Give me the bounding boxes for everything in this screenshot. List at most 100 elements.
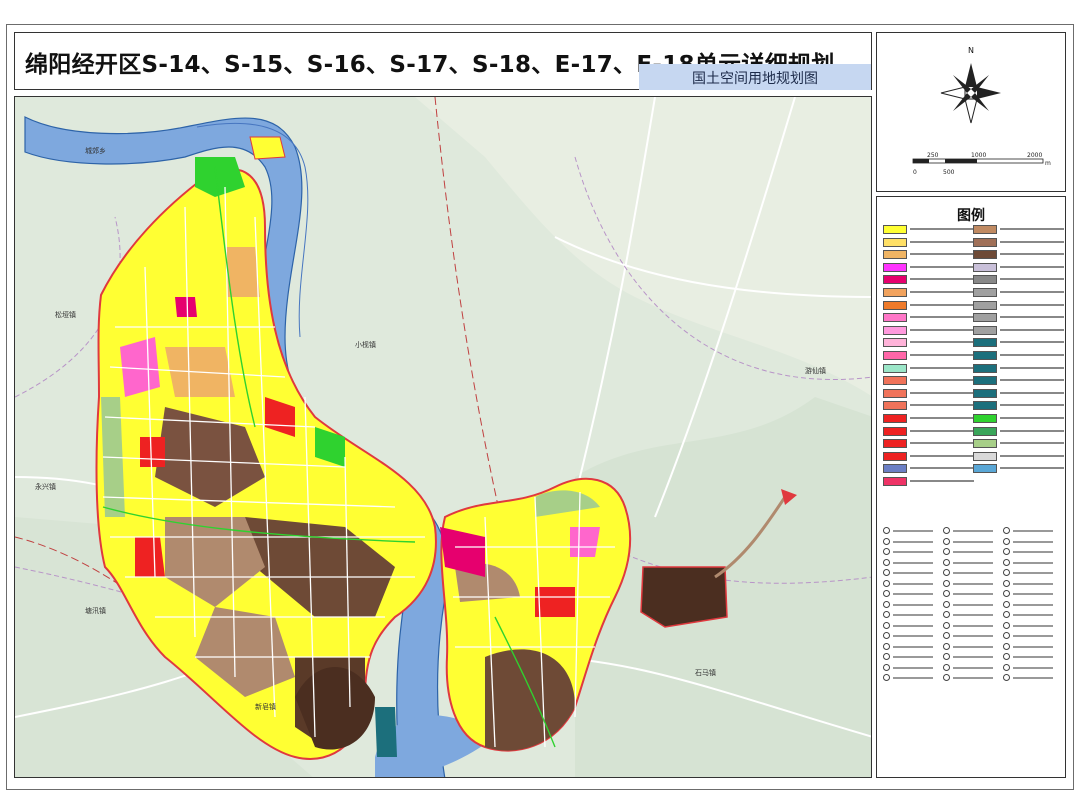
place-label: 游仙镇 [805,366,826,375]
legend-item [883,439,975,449]
legend-item [973,250,1065,260]
north-label: N [968,46,974,55]
legend-text [1000,326,1064,335]
legend-text [1000,301,1064,310]
scale-bar: 0 250 500 1000 2000 m [912,152,1051,176]
legend-swatch [883,388,907,398]
legend-swatch [883,439,907,449]
legend-text [910,288,974,297]
legend-text [1000,401,1064,410]
symbol-text [953,677,993,679]
legend-text [910,464,974,473]
facility-icon [943,600,950,608]
legend-text [910,225,974,234]
facility-icon [943,642,950,650]
legend-text [910,439,974,448]
legend-swatch [883,250,907,260]
scale-label: 500 [943,169,955,176]
legend-item [883,325,975,336]
legend-item [883,288,975,298]
facility-icon [883,642,890,650]
legend-swatch [973,388,997,398]
symbol-text [953,656,993,658]
legend-symbol [883,527,943,535]
symbol-text [893,572,933,574]
legend-item [883,313,975,323]
symbol-text [893,677,933,679]
facility-icon [1003,611,1010,618]
facility-icon [1003,642,1010,650]
facility-icon [943,548,950,555]
legend-text [1000,376,1064,385]
facility-icon [883,569,890,576]
legend-text [910,477,974,486]
legend-panel: 图例 [876,196,1066,778]
legend-symbol [1003,548,1063,556]
facility-icon [1003,579,1010,587]
legend-text [1000,427,1064,436]
place-label: 新皂镇 [255,702,276,711]
legend-swatch [883,401,907,411]
legend-text [910,301,974,310]
place-label: 小枧镇 [355,340,376,349]
legend-symbol [1003,579,1063,588]
symbol-text [953,540,993,543]
legend-swatch [973,250,997,260]
legend-text [910,427,974,436]
legend-text [910,275,974,284]
facility-icon [883,621,890,629]
legend-item [973,363,1065,374]
legend-swatch [973,313,997,323]
symbol-text [1013,603,1053,606]
legend-symbol [883,548,943,556]
facility-icon [1003,621,1010,629]
legend-text [1000,414,1064,423]
legend-text [910,326,974,335]
legend-swatch [973,262,997,272]
legend-symbol [883,569,943,577]
legend-swatch [883,451,907,461]
scale-label: 1000 [971,152,986,159]
legend-symbol [883,537,943,546]
symbol-text [893,614,933,616]
land-use-map[interactable]: 城郊乡 松垭镇 永兴镇 塘汛镇 新皂镇 小枧镇 石马镇 游仙镇 [14,96,872,778]
facility-icon [883,600,890,608]
legend-symbol [1003,600,1063,609]
public-west-1 [120,337,160,397]
legend-item [973,325,1065,336]
map-subtitle: 国土空间用地规划图 [692,71,818,87]
facility-icon [1003,674,1010,681]
legend-symbol [943,590,1003,598]
symbol-text [1013,677,1053,679]
symbol-text [1013,561,1053,564]
legend-symbol [1003,653,1063,661]
facility-icon [1003,600,1010,608]
facility-icon [883,590,890,597]
symbol-text [953,551,993,553]
legend-title: 图例 [957,208,985,224]
industrial-east-cluster [640,566,728,628]
symbol-text [893,624,933,627]
legend-symbol [1003,611,1063,619]
legend-text [910,263,974,272]
symbol-text [1013,645,1053,648]
facility-icon [943,590,950,597]
legend-item [973,300,1065,311]
legend-symbol [943,569,1003,577]
public-west-2 [175,297,197,317]
symbol-text [953,614,993,616]
symbol-text [893,530,933,532]
place-label: 石马镇 [695,668,716,677]
legend-item [973,275,1065,285]
symbol-text [1013,540,1053,543]
public-east-2 [570,527,600,557]
north-arrow-icon [940,63,1001,124]
legend-swatch [883,426,907,436]
legend-item [883,225,975,235]
facility-icon [943,674,950,681]
facility-icon [1003,537,1010,545]
legend-symbol [943,548,1003,556]
legend-symbol [883,558,943,567]
legend-symbol [1003,527,1063,535]
symbol-text [893,561,933,564]
